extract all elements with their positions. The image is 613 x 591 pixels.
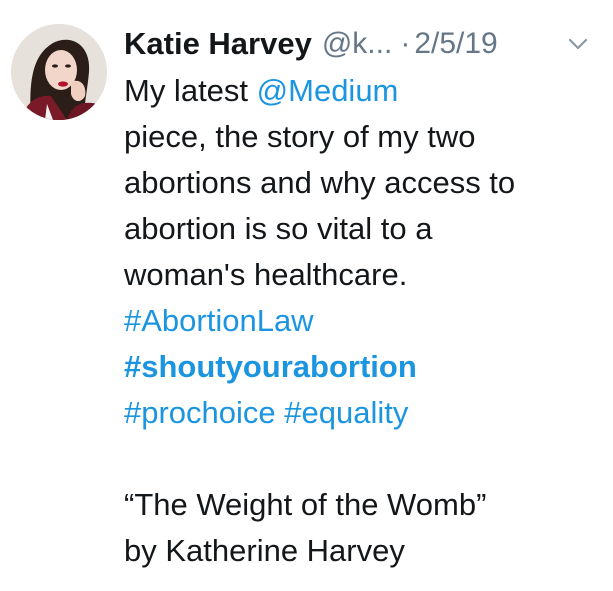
body-line-6: #AbortionLaw <box>124 298 604 344</box>
separator-dot: · <box>400 27 411 60</box>
body-line-5: woman's healthcare. <box>124 257 408 292</box>
chevron-down-icon[interactable] <box>567 33 589 55</box>
quote-title: “The Weight of the Womb” <box>124 487 487 522</box>
body-line-4: abortion is so vital to a <box>124 211 433 246</box>
author-name[interactable]: Katie Harvey <box>124 26 312 62</box>
body-text-prefix: My latest <box>124 73 257 108</box>
avatar[interactable] <box>11 24 107 120</box>
body-line-1: My latest @Medium <box>124 68 604 114</box>
tweet-body: My latest @Medium piece, the story of my… <box>124 68 604 574</box>
avatar-image <box>11 24 107 120</box>
author-handle[interactable]: @k... <box>322 27 392 61</box>
tweet-date[interactable]: 2/5/19 <box>414 27 497 61</box>
tweet-header: Katie Harvey @k... · 2/5/19 <box>124 22 605 66</box>
body-line-3: abortions and why access to <box>124 165 516 200</box>
body-line-7: #shoutyourabortion <box>124 344 604 390</box>
hashtag-equality[interactable]: #equality <box>284 395 408 430</box>
mention-link[interactable]: @Medium <box>257 73 399 108</box>
hashtag-shoutyourabortion[interactable]: #shoutyourabortion <box>124 349 417 384</box>
hashtag-prochoice[interactable]: #prochoice <box>124 395 276 430</box>
quote-byline: by Katherine Harvey <box>124 533 405 568</box>
body-line-8: #prochoice #equality <box>124 390 604 436</box>
hashtag-abortionlaw[interactable]: #AbortionLaw <box>124 303 314 338</box>
body-line-2: piece, the story of my two <box>124 119 476 154</box>
